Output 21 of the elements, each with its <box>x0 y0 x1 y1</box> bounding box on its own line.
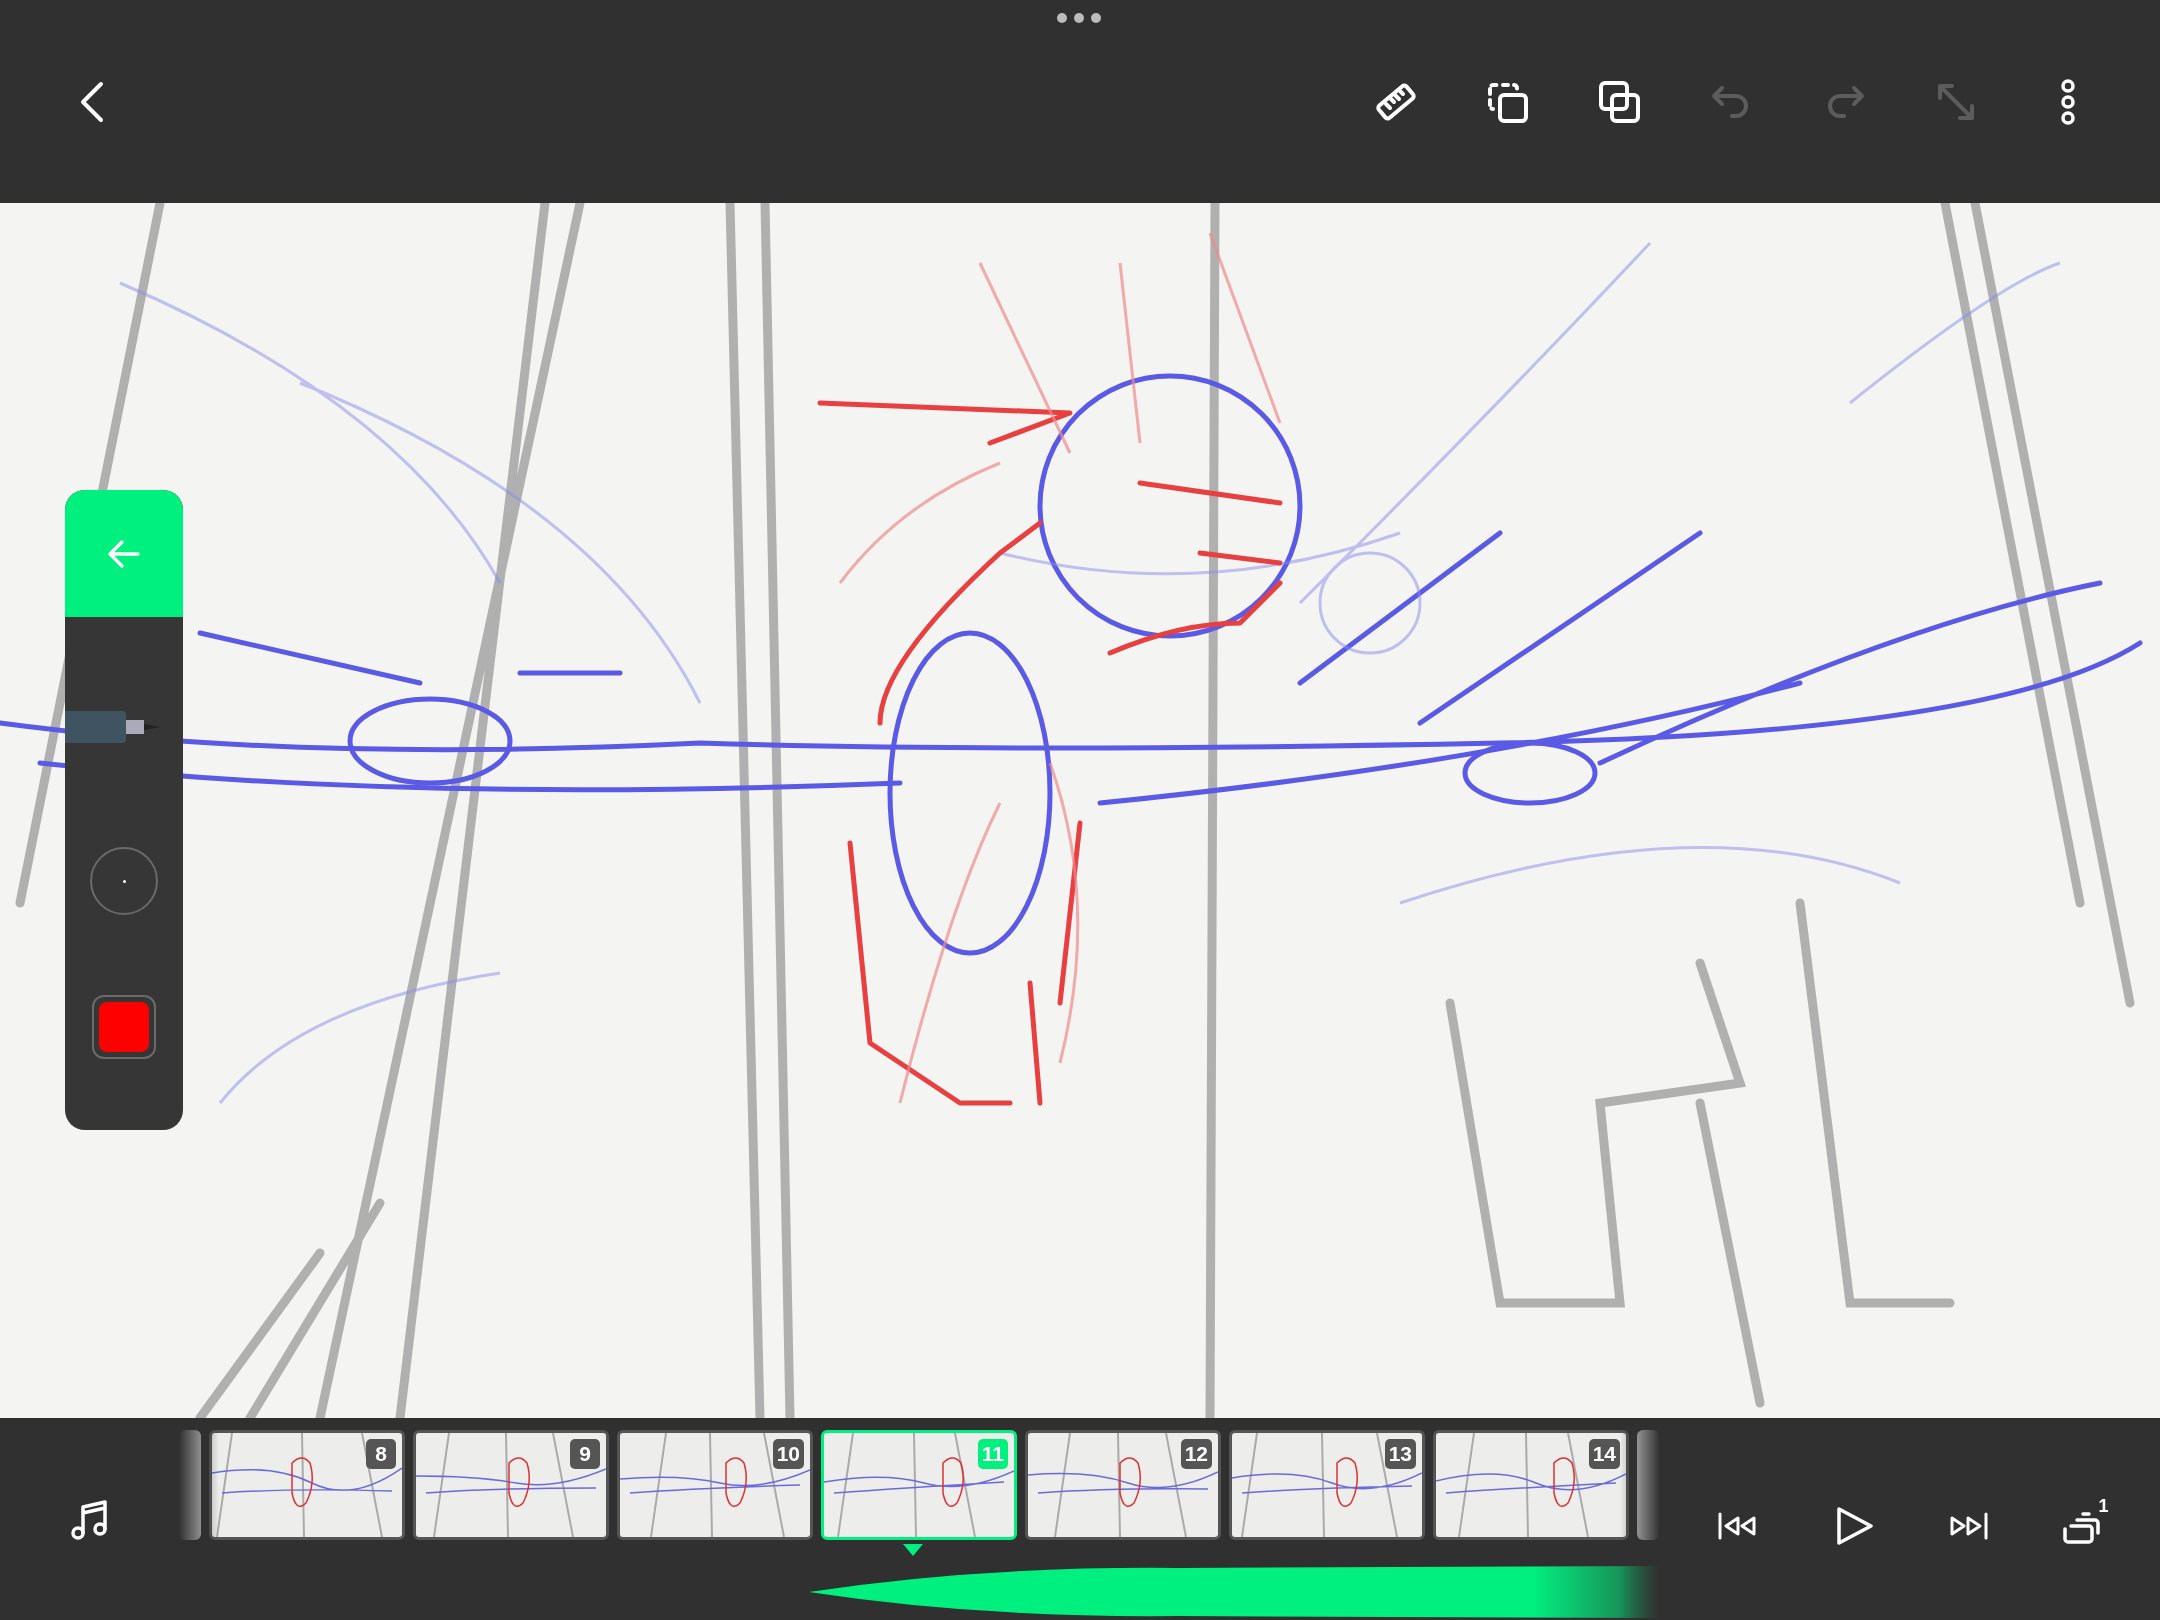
frame-thumbnail[interactable]: 13 <box>1229 1430 1425 1540</box>
frame-thumbnail[interactable]: 12 <box>1025 1430 1221 1540</box>
frame-number: 9 <box>570 1439 600 1469</box>
frame-number: 11 <box>977 1439 1008 1469</box>
layers-button[interactable]: 1 <box>2050 1494 2115 1558</box>
frame-number: 13 <box>1384 1439 1416 1469</box>
drag-handle-icon[interactable] <box>1056 12 1102 24</box>
more-icon <box>2058 77 2078 126</box>
frame-number: 14 <box>1588 1439 1620 1469</box>
layer-count: 1 <box>2098 1496 2109 1517</box>
frame-number: 8 <box>366 1439 396 1469</box>
frame-thumbnail[interactable]: 9 <box>413 1430 609 1540</box>
frame-number: 12 <box>1180 1439 1212 1469</box>
frame-thumbnail[interactable] <box>179 1430 201 1540</box>
playhead-icon <box>903 1544 923 1556</box>
frame-thumbnail[interactable]: 14 <box>1433 1430 1629 1540</box>
frame-thumbnail[interactable]: 8 <box>209 1430 405 1540</box>
frame-thumbnail[interactable] <box>1637 1430 1659 1540</box>
color-swatch[interactable] <box>92 995 156 1059</box>
frame-number: 10 <box>772 1439 804 1469</box>
frame-thumbnail[interactable]: 10 <box>617 1430 813 1540</box>
